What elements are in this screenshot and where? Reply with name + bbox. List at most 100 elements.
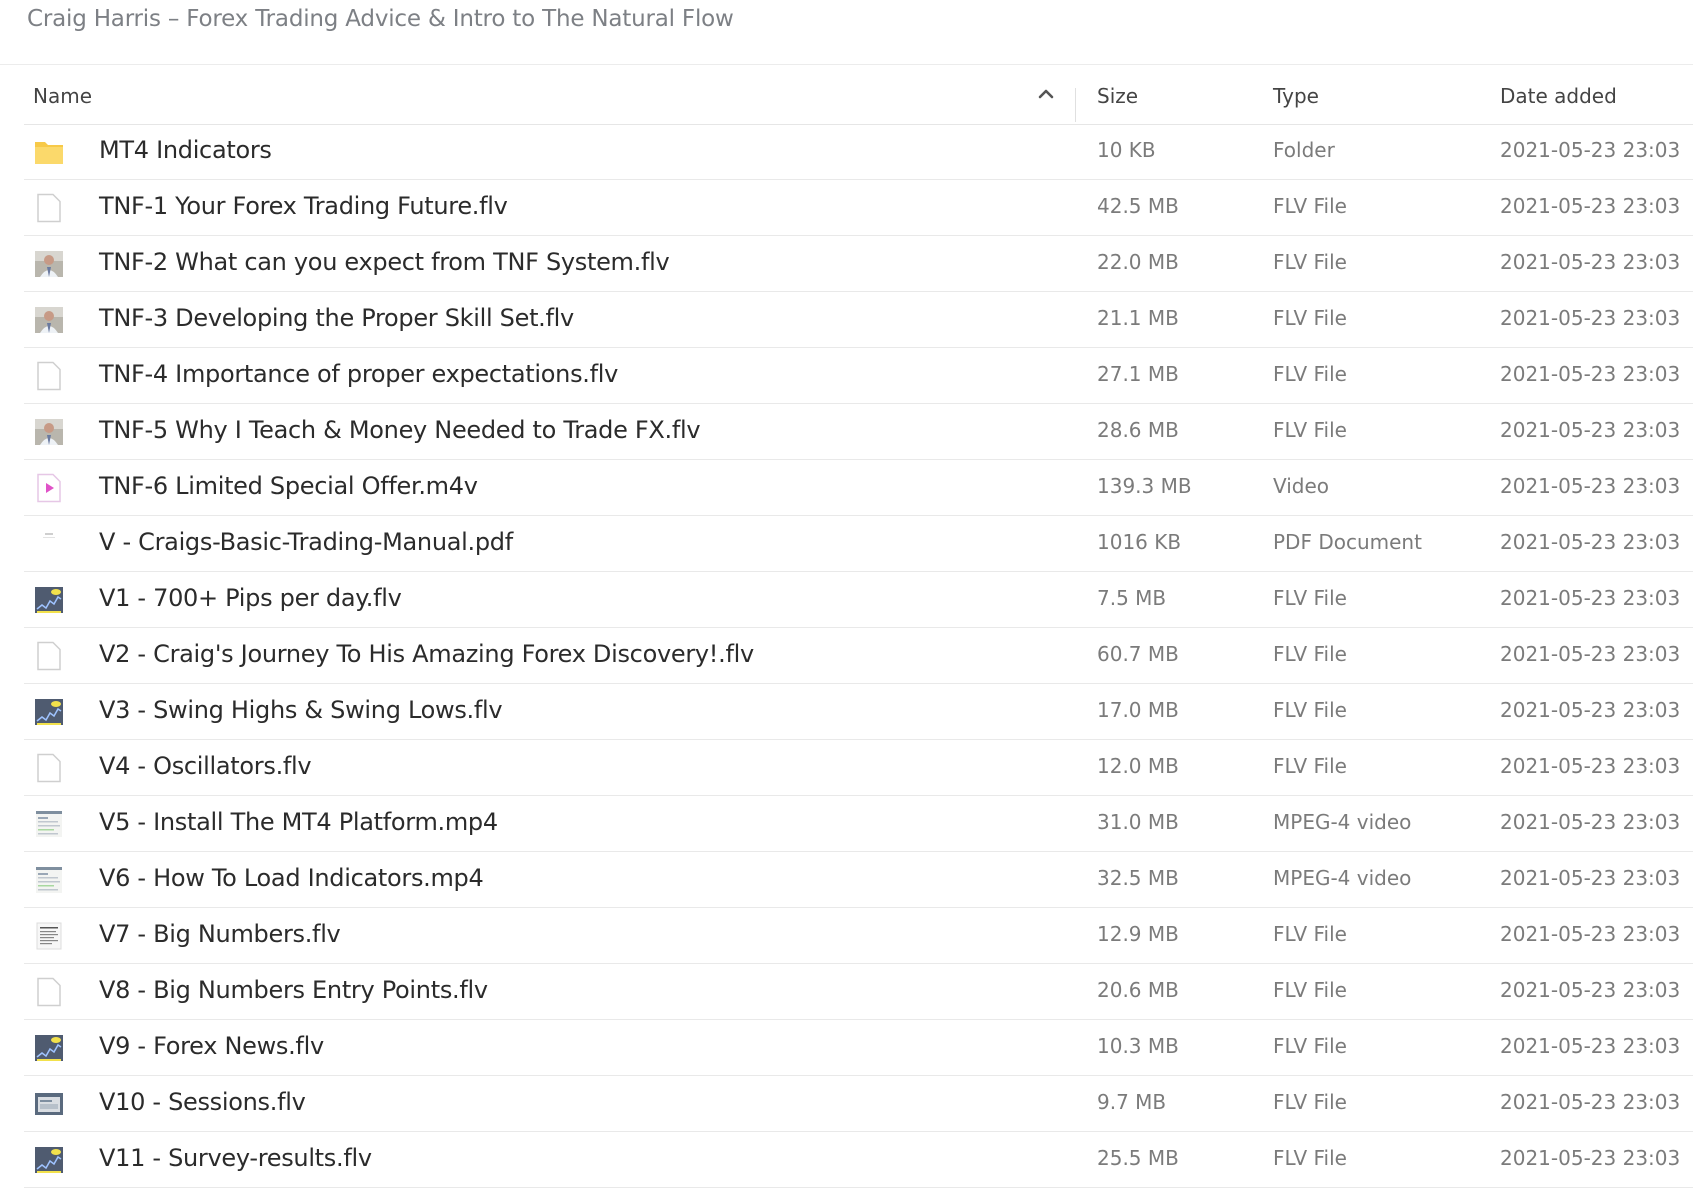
video-file-icon <box>34 473 64 503</box>
file-name[interactable]: TNF-5 Why I Teach & Money Needed to Trad… <box>99 416 701 444</box>
file-type: Folder <box>1273 138 1335 162</box>
file-type: Video <box>1273 474 1330 498</box>
file-size: 25.5 MB <box>1097 1146 1179 1170</box>
file-row[interactable]: V8 - Big Numbers Entry Points.flv 20.6 MB… <box>24 964 1693 1020</box>
file-row[interactable]: V2 - Craig's Journey To His Amazing Fore… <box>24 628 1693 684</box>
file-size: 17.0 MB <box>1097 698 1179 722</box>
column-header-type[interactable]: Type <box>1273 84 1319 108</box>
file-name[interactable]: TNF-4 Importance of proper expectations.… <box>99 360 618 388</box>
file-date-added: 2021-05-23 23:03 <box>1500 362 1681 386</box>
file-name[interactable]: V10 - Sessions.flv <box>99 1088 306 1116</box>
chart-thumbnail-icon <box>34 1033 64 1063</box>
file-type: FLV File <box>1273 1090 1347 1114</box>
file-name[interactable]: V3 - Swing Highs & Swing Lows.flv <box>99 696 503 724</box>
file-name[interactable]: V6 - How To Load Indicators.mp4 <box>99 864 484 892</box>
file-row[interactable]: TNF-5 Why I Teach & Money Needed to Trad… <box>24 404 1693 460</box>
file-type: FLV File <box>1273 1034 1347 1058</box>
file-name[interactable]: MT4 Indicators <box>99 136 272 164</box>
file-type: FLV File <box>1273 754 1347 778</box>
file-date-added: 2021-05-23 23:03 <box>1500 810 1681 834</box>
file-size: 10 KB <box>1097 138 1156 162</box>
file-type: FLV File <box>1273 250 1347 274</box>
window-thumbnail-icon <box>34 1089 64 1119</box>
video-thumbnail-person-icon <box>34 305 64 335</box>
file-size: 60.7 MB <box>1097 642 1179 666</box>
file-name[interactable]: TNF-6 Limited Special Offer.m4v <box>99 472 478 500</box>
file-size: 10.3 MB <box>1097 1034 1179 1058</box>
file-name[interactable]: V4 - Oscillators.flv <box>99 752 312 780</box>
breadcrumb: Craig Harris – Forex Trading Advice & In… <box>27 6 734 32</box>
file-name[interactable]: V7 - Big Numbers.flv <box>99 920 341 948</box>
column-header-name[interactable]: Name <box>33 84 92 108</box>
file-date-added: 2021-05-23 23:03 <box>1500 754 1681 778</box>
file-date-added: 2021-05-23 23:03 <box>1500 866 1681 890</box>
file-icon <box>34 361 64 391</box>
sort-ascending-icon[interactable] <box>1036 84 1056 104</box>
file-date-added: 2021-05-23 23:03 <box>1500 194 1681 218</box>
video-thumbnail-person-icon <box>34 249 64 279</box>
file-type: PDF Document <box>1273 530 1422 554</box>
pdf-thumbnail-icon <box>34 529 64 559</box>
file-row[interactable]: V11 - Survey-results.flv 25.5 MB FLV File 2… <box>24 1132 1693 1188</box>
column-header-date-added[interactable]: Date added <box>1500 84 1617 108</box>
file-row[interactable]: TNF-6 Limited Special Offer.m4v 139.3 MB V… <box>24 460 1693 516</box>
chart-thumbnail-icon <box>34 1145 64 1175</box>
column-header-row: Name Size Type Date added <box>24 66 1693 125</box>
file-row[interactable]: V7 - Big Numbers.flv 12.9 MB FLV File 2021-… <box>24 908 1693 964</box>
file-row[interactable]: V6 - How To Load Indicators.mp4 32.5 MB MP… <box>24 852 1693 908</box>
file-icon <box>34 193 64 223</box>
file-name[interactable]: V11 - Survey-results.flv <box>99 1144 372 1172</box>
file-date-added: 2021-05-23 23:03 <box>1500 1090 1681 1114</box>
file-type: MPEG-4 video <box>1273 810 1412 834</box>
file-row[interactable]: TNF-1 Your Forex Trading Future.flv 42.5 … <box>24 180 1693 236</box>
file-size: 32.5 MB <box>1097 866 1179 890</box>
file-row[interactable]: TNF-4 Importance of proper expectations.… <box>24 348 1693 404</box>
file-name[interactable]: TNF-3 Developing the Proper Skill Set.fl… <box>99 304 574 332</box>
file-row[interactable]: V3 - Swing Highs & Swing Lows.flv 17.0 MB… <box>24 684 1693 740</box>
file-icon <box>34 977 64 1007</box>
file-icon <box>34 753 64 783</box>
file-row[interactable]: TNF-2 What can you expect from TNF Syste… <box>24 236 1693 292</box>
file-list: MT4 Indicators 10 KB Folder 2021-05-23 23:0… <box>24 124 1693 1188</box>
file-date-added: 2021-05-23 23:03 <box>1500 586 1681 610</box>
file-type: FLV File <box>1273 306 1347 330</box>
file-date-added: 2021-05-23 23:03 <box>1500 978 1681 1002</box>
file-name[interactable]: V5 - Install The MT4 Platform.mp4 <box>99 808 498 836</box>
chart-thumbnail-icon <box>34 697 64 727</box>
file-size: 42.5 MB <box>1097 194 1179 218</box>
file-row[interactable]: V10 - Sessions.flv 9.7 MB FLV File 2021-05-… <box>24 1076 1693 1132</box>
file-date-added: 2021-05-23 23:03 <box>1500 138 1681 162</box>
file-date-added: 2021-05-23 23:03 <box>1500 250 1681 274</box>
file-row[interactable]: V4 - Oscillators.flv 12.0 MB FLV File 2021-… <box>24 740 1693 796</box>
file-name[interactable]: TNF-2 What can you expect from TNF Syste… <box>99 248 670 276</box>
file-date-added: 2021-05-23 23:03 <box>1500 642 1681 666</box>
file-size: 9.7 MB <box>1097 1090 1167 1114</box>
file-date-added: 2021-05-23 23:03 <box>1500 922 1681 946</box>
file-size: 7.5 MB <box>1097 586 1167 610</box>
file-date-added: 2021-05-23 23:03 <box>1500 306 1681 330</box>
file-row[interactable]: V9 - Forex News.flv 10.3 MB FLV File 2021-0… <box>24 1020 1693 1076</box>
file-name[interactable]: V9 - Forex News.flv <box>99 1032 324 1060</box>
file-size: 27.1 MB <box>1097 362 1179 386</box>
file-type: FLV File <box>1273 362 1347 386</box>
file-name[interactable]: V2 - Craig's Journey To His Amazing Fore… <box>99 640 754 668</box>
file-name[interactable]: V1 - 700+ Pips per day.flv <box>99 584 402 612</box>
file-date-added: 2021-05-23 23:03 <box>1500 474 1681 498</box>
file-name[interactable]: V - Craigs-Basic-Trading-Manual.pdf <box>99 528 513 556</box>
video-thumbnail-person-icon <box>34 417 64 447</box>
file-type: FLV File <box>1273 586 1347 610</box>
column-header-size[interactable]: Size <box>1097 84 1138 108</box>
file-name[interactable]: V8 - Big Numbers Entry Points.flv <box>99 976 488 1004</box>
file-date-added: 2021-05-23 23:03 <box>1500 530 1681 554</box>
column-resize-handle[interactable] <box>1075 88 1076 122</box>
file-type: FLV File <box>1273 698 1347 722</box>
file-row[interactable]: V1 - 700+ Pips per day.flv 7.5 MB FLV File… <box>24 572 1693 628</box>
file-size: 22.0 MB <box>1097 250 1179 274</box>
file-size: 20.6 MB <box>1097 978 1179 1002</box>
file-row[interactable]: V - Craigs-Basic-Trading-Manual.pdf 1016 … <box>24 516 1693 572</box>
file-row[interactable]: V5 - Install The MT4 Platform.mp4 31.0 MB… <box>24 796 1693 852</box>
file-row[interactable]: MT4 Indicators 10 KB Folder 2021-05-23 23:0… <box>24 124 1693 180</box>
file-type: FLV File <box>1273 418 1347 442</box>
file-name[interactable]: TNF-1 Your Forex Trading Future.flv <box>99 192 508 220</box>
file-row[interactable]: TNF-3 Developing the Proper Skill Set.fl… <box>24 292 1693 348</box>
